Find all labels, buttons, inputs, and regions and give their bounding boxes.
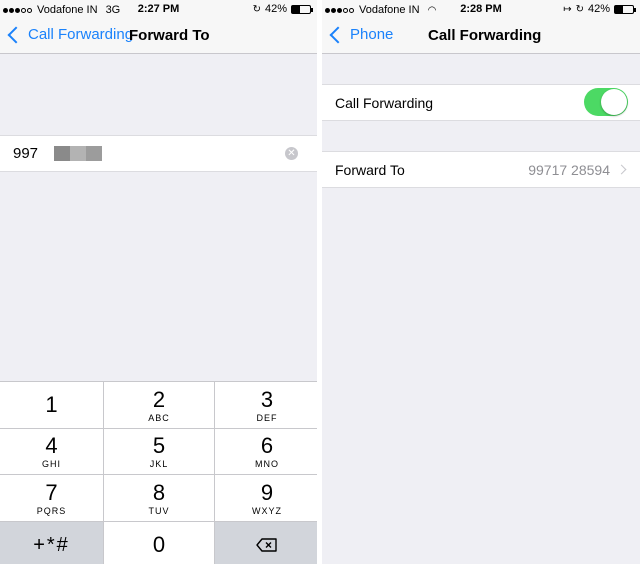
clear-icon[interactable]: ✕ [285, 147, 298, 160]
key-letters: PQRS [36, 505, 67, 516]
call-forwarding-status-icon: ↦ [563, 3, 572, 15]
status-bar: Vodafone IN 3G 2:27 PM ↻ 42% [0, 0, 317, 20]
toggle-knob [601, 89, 627, 115]
key-5[interactable]: 5 JKL [104, 429, 214, 474]
key-6[interactable]: 6 MNO [215, 429, 317, 474]
phone-number-value: 997 [13, 145, 39, 162]
rotation-lock-icon: ↻ [575, 3, 584, 15]
key-letters: GHI [41, 459, 61, 469]
back-button[interactable]: Phone [328, 26, 393, 43]
key-letters: MNO [255, 459, 279, 469]
chevron-left-icon [7, 26, 25, 43]
backspace-icon [256, 538, 277, 552]
page-title: Call Forwarding [428, 27, 542, 44]
key-letters: WXYZ [252, 505, 282, 516]
battery-percent: 42% [587, 3, 610, 15]
rotation-lock-icon: ↻ [252, 3, 261, 15]
status-bar: Vodafone IN ◠ 2:28 PM ↦ ↻ 42% [322, 0, 640, 20]
key-digit: 8 [152, 479, 166, 505]
numeric-keypad: 1 2 ABC 3 DEF 4 GHI 5 JKL 6 MNO 7 PQRS 8 TUV 9W… [0, 381, 317, 564]
navigation-bar: Phone Call Forwarding [322, 20, 640, 54]
key-digit: 7 [45, 479, 58, 505]
key-letters: TUV [148, 505, 170, 516]
back-button-label: Call Forwarding [28, 26, 134, 43]
key-4[interactable]: 4 GHI [0, 429, 103, 474]
key-0[interactable]: 0 [104, 522, 214, 564]
navigation-bar: Call Forwarding Forward To [0, 20, 317, 54]
key-digit: +*# [33, 534, 70, 556]
key-3[interactable]: 3 DEF [215, 382, 317, 428]
key-digit: 5 [152, 433, 166, 458]
forward-to-label: Forward To [335, 161, 405, 178]
key-7[interactable]: 7 PQRS [0, 475, 103, 521]
key-letters: JKL [149, 459, 169, 469]
key-digit: 1 [45, 392, 58, 417]
key-letters: ABC [148, 412, 170, 423]
forward-to-cell[interactable]: Forward To 99717 28594 [322, 151, 640, 188]
call-forwarding-screen: Vodafone IN ◠ 2:28 PM ↦ ↻ 42% Phone Call… [322, 0, 640, 564]
back-button-label: Phone [350, 26, 394, 43]
chevron-left-icon [329, 26, 347, 43]
call-forwarding-label: Call Forwarding [335, 94, 434, 111]
call-forwarding-cell: Call Forwarding [322, 84, 640, 121]
battery-percent: 42% [264, 3, 287, 15]
key-digit: 9 [260, 479, 274, 505]
back-button[interactable]: Call Forwarding [6, 26, 133, 43]
chevron-right-icon [616, 164, 627, 175]
key-digit: 2 [152, 386, 166, 412]
key-1[interactable]: 1 [0, 382, 103, 428]
forward-to-screen: Vodafone IN 3G 2:27 PM ↻ 42% Call Forwar… [0, 0, 317, 564]
key-8[interactable]: 8 TUV [104, 475, 214, 521]
key-symbols[interactable]: +*# [0, 522, 103, 564]
call-forwarding-toggle[interactable] [584, 88, 628, 116]
key-digit: 4 [45, 433, 58, 458]
key-digit: 6 [260, 433, 274, 458]
redaction-mask [54, 146, 103, 161]
key-2[interactable]: 2 ABC [104, 382, 214, 428]
key-9[interactable]: 9 WXYZ [215, 475, 317, 521]
key-letters: DEF [256, 412, 278, 423]
key-digit: 3 [260, 386, 274, 412]
key-digit: 0 [152, 532, 166, 557]
page-title: Forward To [129, 27, 210, 44]
phone-number-field[interactable]: 997 ✕ [0, 135, 317, 172]
delete-key[interactable] [215, 522, 317, 564]
forward-to-number: 99717 28594 [528, 162, 610, 178]
battery-icon [291, 4, 313, 14]
battery-icon [614, 4, 636, 14]
